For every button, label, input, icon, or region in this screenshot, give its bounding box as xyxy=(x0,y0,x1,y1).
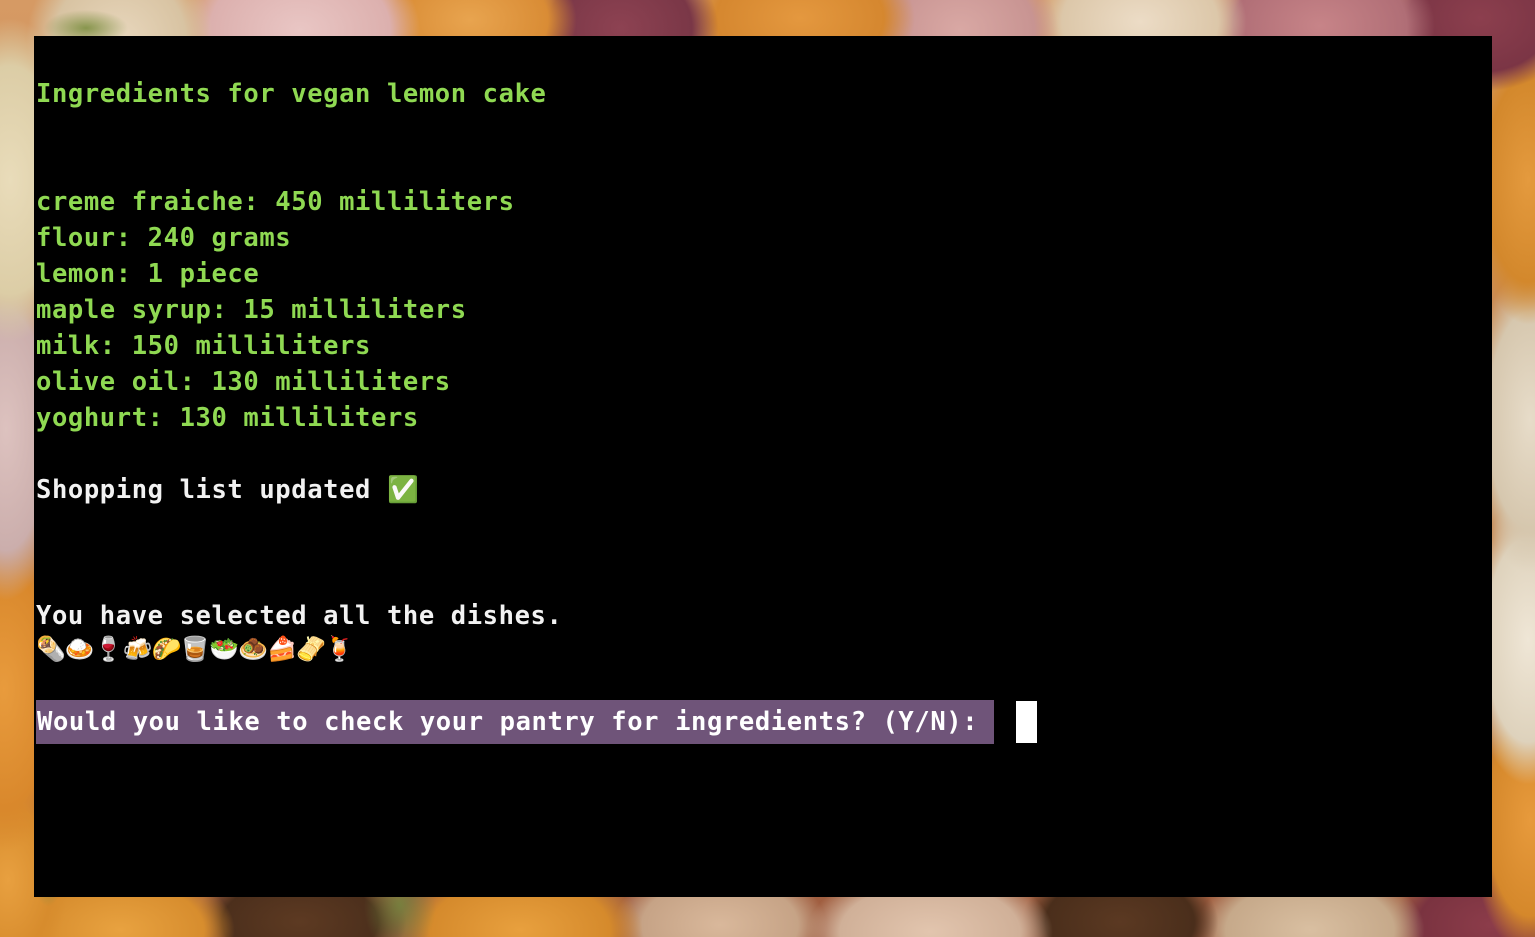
ingredient-line: milk: 150 milliliters xyxy=(36,331,371,361)
shopping-list-status: Shopping list updated ✅ xyxy=(36,475,420,505)
pantry-prompt-text: Would you like to check your pantry for … xyxy=(36,700,995,744)
dish-emoji-row: 🌯🍛🍷🍻🌮🥃🥗🧆🍰🫔🍹 xyxy=(36,635,355,663)
recipe-heading: Ingredients for vegan lemon cake xyxy=(36,79,547,109)
terminal-window[interactable]: Ingredients for vegan lemon cake creme f… xyxy=(34,36,1492,897)
text-cursor[interactable] xyxy=(1016,701,1038,743)
ingredient-line: lemon: 1 piece xyxy=(36,259,260,289)
ingredient-line: maple syrup: 15 milliliters xyxy=(36,295,467,325)
ingredient-line: olive oil: 130 milliliters xyxy=(36,367,451,397)
ingredient-line: creme fraiche: 450 milliliters xyxy=(36,187,515,217)
ingredient-line: flour: 240 grams xyxy=(36,223,292,253)
pantry-prompt-row[interactable]: Would you like to check your pantry for … xyxy=(34,700,1492,744)
ingredient-line: yoghurt: 130 milliliters xyxy=(36,403,419,433)
cursor-gap xyxy=(994,700,1016,744)
selection-confirmation: You have selected all the dishes. xyxy=(36,601,563,631)
terminal-output: Ingredients for vegan lemon cake creme f… xyxy=(34,36,1492,744)
